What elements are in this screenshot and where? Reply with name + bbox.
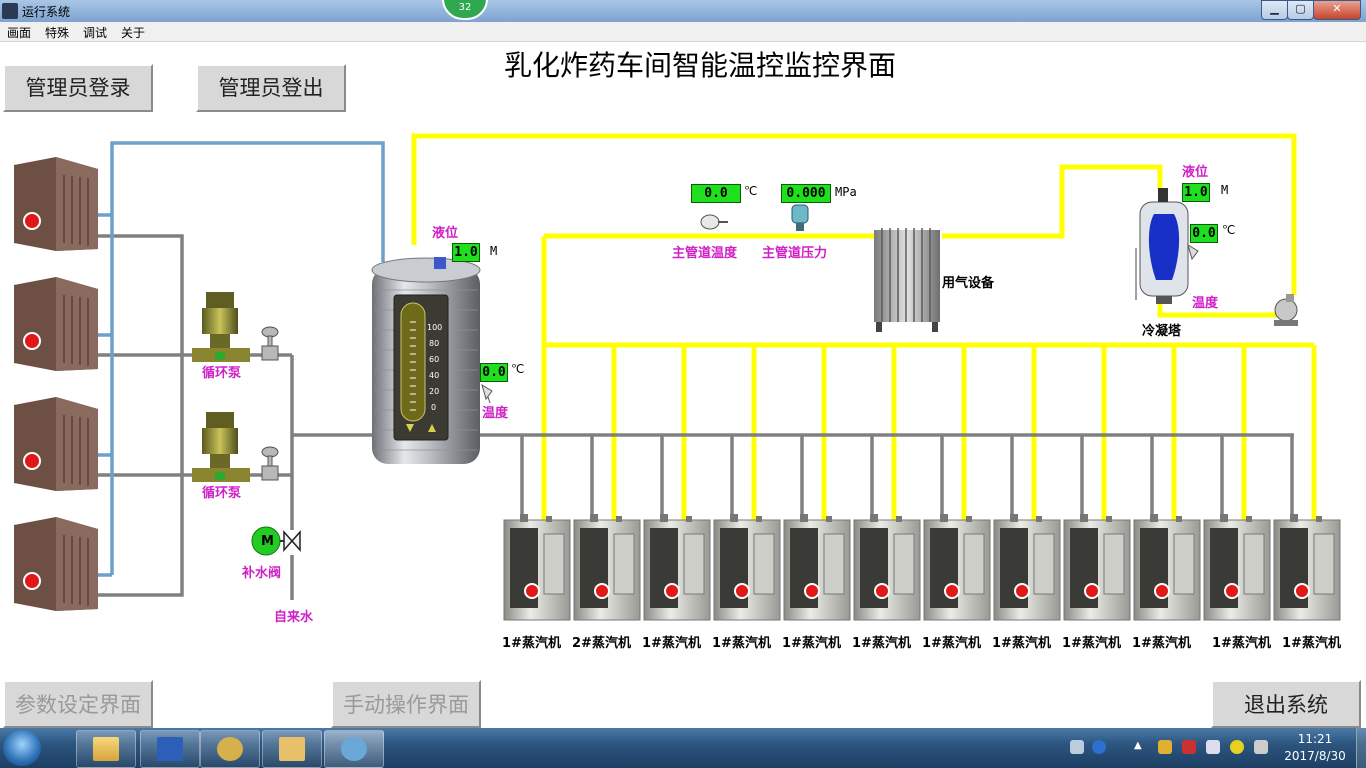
main-temp-sensor [700,214,728,230]
heat-pump-units [14,157,98,611]
usb-icon[interactable] [1206,740,1220,754]
tank-level-unit: M [490,244,498,258]
circ-pump-2-label: 循环泵 [202,486,242,501]
tank-level-label: 液位 [432,226,459,241]
tank-scale-tick: 100 [427,323,442,332]
condenser-level-unit: M [1221,183,1229,197]
tank-scale-tick: 60 [429,355,439,364]
volume-icon[interactable] [1254,740,1268,754]
main-temp-unit: ℃ [744,184,758,198]
main-pipe-pressure-label: 主管道压力 [762,246,828,261]
condenser-tower [1135,188,1189,304]
main-pressure-display: 0.000 [781,184,831,203]
tank-temp-display: 0.0 [480,363,508,382]
clock-date[interactable]: 2017/8/30 [1280,749,1350,763]
steam-boilers [503,514,1341,621]
word-icon [157,737,183,761]
steam-machine-label: 1#蒸汽机 [502,636,561,651]
exit-system-button[interactable]: 退出系统 [1211,680,1361,728]
tank-scale-tick: 80 [429,339,439,348]
taskbar-app-file-explorer[interactable] [76,730,136,768]
gas-equipment-label: 用气设备 [942,276,995,291]
tank-temp-sensor [481,383,493,404]
condenser-level-display: 1.0 [1182,183,1210,202]
tank-scale-tick: 20 [429,387,439,396]
gas-equipment-radiator [874,228,940,332]
action-center-icon[interactable] [1182,740,1196,754]
document-icon [279,737,305,761]
folder-icon [93,737,119,761]
param-settings-button[interactable]: 参数设定界面 [3,680,153,728]
main-temp-display: 0.0 [691,184,741,203]
steam-machine-label: 1#蒸汽机 [992,636,1051,651]
condenser-temp-label: 温度 [1192,296,1219,311]
update-icon[interactable] [1230,740,1244,754]
taskbar-app-docs[interactable] [262,730,322,768]
circulation-pumps [192,292,279,482]
power-icon[interactable] [1158,740,1172,754]
main-pressure-unit: MPa [835,185,857,199]
show-hidden-icons-icon[interactable]: ▲ [1134,740,1148,754]
condenser-temp-sensor [1187,243,1199,261]
taskbar-app-word[interactable] [140,730,200,768]
gears-icon [217,737,243,761]
condenser-temp-unit: ℃ [1222,223,1236,237]
help-icon[interactable] [1092,740,1106,754]
steam-machine-label: 1#蒸汽机 [712,636,771,651]
condenser-pump [1274,294,1298,326]
water-tank [371,257,481,464]
circ-pump-1-label: 循环泵 [202,366,242,381]
clock-time[interactable]: 11:21 [1280,732,1350,746]
show-desktop-button[interactable] [1356,728,1366,768]
tap-water-label: 自来水 [274,610,314,625]
tank-temp-label: 温度 [482,406,509,421]
steam-machine-label: 1#蒸汽机 [782,636,841,651]
steam-machine-label: 1#蒸汽机 [642,636,701,651]
steam-machine-label: 1#蒸汽机 [1212,636,1271,651]
condenser-label: 冷凝塔 [1142,324,1182,339]
tank-scale-tick: 0 [431,403,436,412]
motor-label: M [261,534,274,549]
eye-icon [341,737,367,761]
makeup-valve-label: 补水阀 [242,566,282,581]
start-button[interactable] [3,730,41,766]
steam-machine-label: 1#蒸汽机 [1132,636,1191,651]
makeup-valve [251,526,301,556]
tank-scale-tick: 40 [429,371,439,380]
steam-machine-label: 1#蒸汽机 [1062,636,1121,651]
tank-level-display: 1.0 [452,243,480,262]
tank-temp-unit: ℃ [511,362,525,376]
steam-machine-label: 1#蒸汽机 [852,636,911,651]
steam-machine-label: 2#蒸汽机 [572,636,631,651]
main-pipe-temp-label: 主管道温度 [672,246,738,261]
condenser-temp-display: 0.0 [1190,224,1218,243]
network-icon[interactable] [1070,740,1084,754]
steam-machine-label: 1#蒸汽机 [922,636,981,651]
condenser-level-label: 液位 [1182,165,1209,180]
steam-machine-label: 1#蒸汽机 [1282,636,1341,651]
taskbar-app-running-system[interactable] [324,730,384,768]
taskbar-app-settings[interactable] [200,730,260,768]
main-pressure-sensor [791,204,809,231]
manual-ops-button[interactable]: 手动操作界面 [331,680,481,728]
